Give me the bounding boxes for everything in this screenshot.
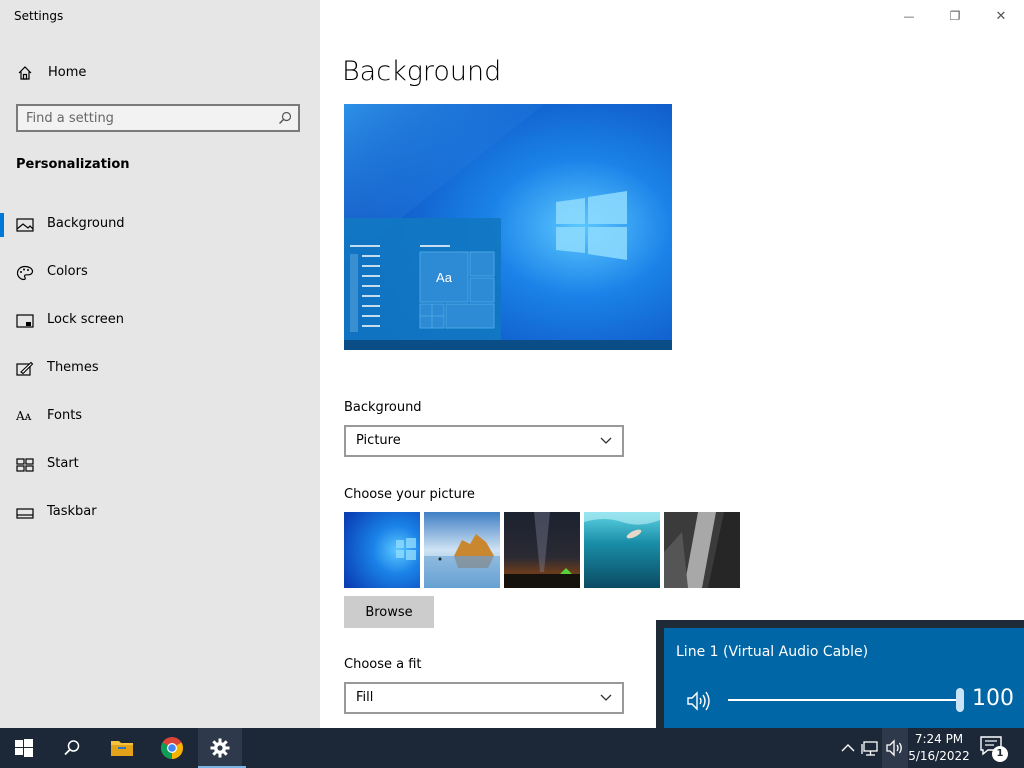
minimize-icon: — [903,9,915,23]
sidebar-item-colors[interactable]: Colors [0,255,320,291]
sidebar-item-label: Background [47,216,125,231]
sidebar-item-label: Colors [47,264,88,279]
folder-icon [111,741,133,756]
thumbnail-underwater-swimmer[interactable] [584,512,660,588]
show-hidden-icons-chevron-up-icon[interactable] [838,738,858,758]
close-icon: ✕ [995,8,1007,24]
themes-icon [16,361,34,376]
app-title: Settings [14,9,64,23]
preview-image: Aa [344,104,672,350]
file-explorer-button[interactable] [98,728,146,768]
volume-flyout: Line 1 (Virtual Audio Cable) 100 [656,620,1024,728]
picture-icon [16,218,34,232]
volume-slider-fill [728,699,960,701]
search-box[interactable] [16,104,300,132]
action-center-button[interactable]: 1 [980,736,1008,762]
lock-screen-icon [16,314,34,328]
background-preview: Aa [344,104,672,350]
sidebar-item-label: Themes [47,360,99,375]
preview-tile-text: Aa [436,270,453,285]
sidebar-item-start[interactable]: Start [0,447,320,483]
background-dropdown-value: Picture [356,433,401,448]
section-title: Personalization [16,157,130,172]
notification-count-badge: 1 [992,746,1008,762]
clock-time: 7:24 PM [914,732,964,746]
windows-logo-icon [15,739,33,757]
home-label: Home [48,65,87,80]
fonts-icon: Aᴀ [16,409,32,423]
restore-button[interactable]: ❐ [932,0,978,32]
chrome-icon [161,737,183,759]
sidebar-item-themes[interactable]: Themes [0,351,320,387]
volume-value: 100 [972,686,1014,711]
thumbnail-rock-cliff[interactable] [664,512,740,588]
speaker-icon [886,739,902,757]
sidebar-item-lock-screen[interactable]: Lock screen [0,303,320,339]
thumbnail-night-sky-tent[interactable] [504,512,580,588]
restore-icon: ❐ [949,9,961,23]
thumbnail-windows-blue[interactable] [344,512,420,588]
sidebar-item-label: Taskbar [47,504,97,519]
palette-icon [16,265,34,281]
background-label: Background [344,400,422,415]
search-input[interactable] [26,109,266,127]
network-icon[interactable] [861,738,881,758]
audio-device-name[interactable]: Line 1 (Virtual Audio Cable) [676,644,868,660]
taskbar-clock[interactable]: 7:24 PM 5/16/2022 [908,731,970,765]
settings-taskbar-button[interactable] [198,728,246,768]
sidebar-item-label: Start [47,456,79,471]
page-title: Background [342,56,502,87]
fit-dropdown[interactable]: Fill [344,682,624,714]
start-icon [16,458,34,472]
choose-fit-label: Choose a fit [344,657,422,672]
background-dropdown[interactable]: Picture [344,425,624,457]
speaker-icon[interactable] [686,690,712,712]
clock-date: 5/16/2022 [908,749,970,763]
sidebar-item-label: Fonts [47,408,83,423]
nav-home[interactable]: Home [0,58,320,88]
chrome-button[interactable] [148,728,196,768]
chevron-down-icon [600,694,612,701]
start-button[interactable] [0,728,48,768]
thumbnail-beach-rocks[interactable] [424,512,500,588]
gear-icon [210,738,230,758]
volume-flyout-panel: Line 1 (Virtual Audio Cable) 100 [664,628,1024,728]
search-icon[interactable] [278,111,292,125]
volume-slider[interactable] [728,688,964,712]
taskbar-icon [16,508,34,519]
close-button[interactable]: ✕ [978,0,1024,32]
sidebar-item-fonts[interactable]: Aᴀ Fonts [0,399,320,435]
fit-dropdown-value: Fill [356,690,374,705]
home-icon [18,66,32,80]
taskbar: 7:24 PM 5/16/2022 1 [0,728,1024,768]
chevron-down-icon [600,437,612,444]
volume-tray-button[interactable] [882,728,908,768]
sidebar-item-background[interactable]: Background [0,207,320,243]
sidebar-item-label: Lock screen [47,312,124,327]
sidebar-item-taskbar[interactable]: Taskbar [0,495,320,531]
choose-picture-label: Choose your picture [344,487,475,502]
volume-slider-thumb[interactable] [956,688,964,712]
search-icon [64,740,80,756]
search-taskbar-button[interactable] [48,728,96,768]
settings-sidebar: Settings Home Personalization Background… [0,0,320,728]
minimize-button[interactable]: — [886,0,932,32]
settings-main: — ❐ ✕ Background Aa Background Picture C… [320,0,1024,728]
browse-button[interactable]: Browse [344,596,434,628]
